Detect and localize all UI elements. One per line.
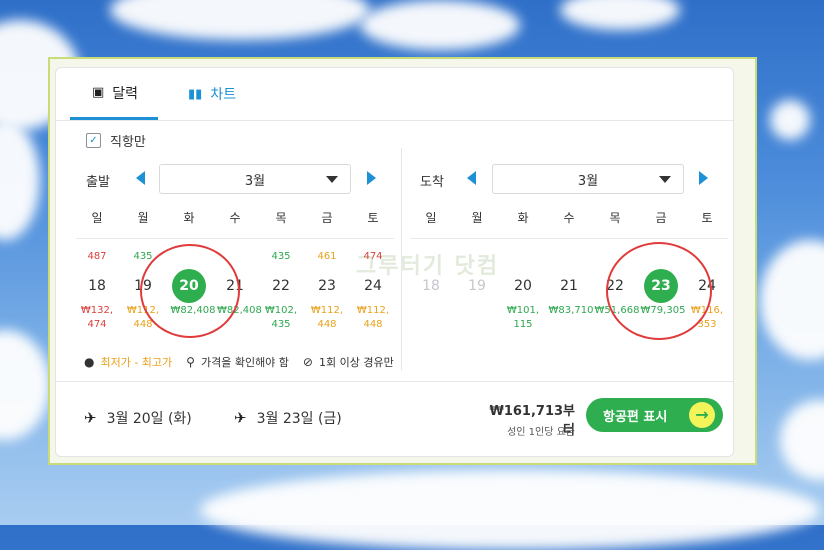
arr-weekday: 월 bbox=[471, 211, 483, 225]
dep-price: ₩132, 474 bbox=[80, 305, 114, 330]
departure-label: 출발 bbox=[86, 175, 110, 190]
dep-header-line bbox=[76, 238, 394, 239]
dep-prev-price: 435 bbox=[271, 251, 291, 262]
outbound-date: 3월 20일 (화) bbox=[106, 411, 192, 427]
dep-price: ₩82,408 bbox=[170, 305, 216, 316]
dep-day[interactable]: 21 bbox=[218, 269, 252, 303]
chevron-down-icon bbox=[326, 176, 338, 183]
arr-day[interactable]: 24 bbox=[690, 269, 724, 303]
legend-price-range: 최저가 - 최고가 bbox=[100, 356, 173, 369]
plane-landing-icon: ✈ bbox=[234, 409, 247, 427]
dep-day-selected[interactable]: 20 bbox=[172, 269, 206, 303]
arrow-right-icon: → bbox=[689, 402, 715, 428]
calendar-icon: ▣ bbox=[92, 85, 105, 100]
dep-weekday: 화 bbox=[183, 211, 195, 225]
tab-calendar[interactable]: ▣ 달력 bbox=[70, 68, 158, 120]
dep-price: ₩112, 448 bbox=[356, 305, 390, 330]
arrival-label: 도착 bbox=[420, 175, 444, 190]
coins-icon: ● bbox=[84, 355, 95, 369]
search-icon: ⚲ bbox=[186, 355, 195, 369]
dep-day[interactable]: 22 bbox=[264, 269, 298, 303]
dep-day[interactable]: 18 bbox=[80, 269, 114, 303]
arr-day[interactable]: 22 bbox=[598, 269, 632, 303]
arr-weekday: 금 bbox=[655, 211, 667, 225]
tab-calendar-label: 달력 bbox=[112, 85, 139, 102]
dep-day[interactable]: 24 bbox=[356, 269, 390, 303]
dep-weekday: 수 bbox=[229, 211, 241, 225]
dep-weekday: 금 bbox=[321, 211, 333, 225]
arr-weekday: 목 bbox=[609, 211, 621, 225]
arr-day-disabled: 18 bbox=[422, 278, 440, 294]
inbound-summary: ✈ 3월 23일 (금) bbox=[234, 408, 342, 428]
chevron-down-icon bbox=[659, 176, 671, 183]
arrival-next-month-arrow[interactable] bbox=[699, 171, 708, 185]
arr-weekday: 수 bbox=[563, 211, 575, 225]
inbound-date: 3월 23일 (금) bbox=[256, 411, 342, 427]
show-flights-label: 항공편 표시 bbox=[603, 409, 668, 425]
legend-stopover: 1회 이상 경유만 bbox=[318, 356, 394, 369]
departure-month-select[interactable]: 3월 bbox=[159, 164, 351, 194]
dep-weekday: 토 bbox=[367, 211, 379, 225]
arr-day[interactable]: 20 bbox=[506, 269, 540, 303]
dep-price: ₩82,408 bbox=[217, 305, 262, 316]
dep-day[interactable]: 19 bbox=[126, 269, 160, 303]
arr-day-selected[interactable]: 23 bbox=[644, 269, 678, 303]
direct-only-label: 직항만 bbox=[110, 135, 146, 150]
tab-chart-label: 차트 bbox=[210, 87, 237, 103]
arr-weekday: 토 bbox=[701, 211, 713, 225]
departure-prev-month-arrow[interactable] bbox=[136, 171, 145, 185]
show-flights-button[interactable]: 항공편 표시 → bbox=[586, 398, 723, 432]
checkmark-icon: ✓ bbox=[86, 133, 101, 148]
flight-calendar-panel: ▣ 달력 ▮▮ 차트 ✓ 직항만 출발 3월 도착 3월 일 월 화 수 목 금… bbox=[55, 67, 734, 457]
arr-price: ₩83,710 bbox=[548, 305, 594, 316]
arrival-prev-month-arrow[interactable] bbox=[467, 171, 476, 185]
dep-price: ₩112, 448 bbox=[310, 305, 344, 330]
price-legend: ● 최저가 - 최고가 ⚲ 가격을 확인해야 함 ⊘ 1회 이상 경유만 bbox=[84, 354, 394, 370]
arrival-month-value: 3월 bbox=[577, 173, 599, 189]
arr-price: ₩101, 115 bbox=[506, 305, 540, 330]
arr-price: ₩79,305 bbox=[640, 305, 686, 316]
dep-day[interactable]: 23 bbox=[310, 269, 344, 303]
dep-weekday: 월 bbox=[137, 211, 149, 225]
dep-price: ₩102, 435 bbox=[264, 305, 298, 330]
dep-price: ₩112, 448 bbox=[126, 305, 160, 330]
tab-chart[interactable]: ▮▮ 차트 bbox=[188, 68, 236, 120]
arr-weekday: 화 bbox=[517, 211, 529, 225]
outbound-summary: ✈ 3월 20일 (화) bbox=[84, 408, 192, 428]
arr-price: ₩116, 353 bbox=[690, 305, 724, 330]
price-note: 성인 1인당 요금 bbox=[507, 427, 575, 438]
arr-day[interactable]: 21 bbox=[552, 269, 586, 303]
no-entry-icon: ⊘ bbox=[302, 355, 313, 369]
arr-weekday: 일 bbox=[425, 211, 437, 225]
dep-prev-price: 461 bbox=[317, 251, 337, 262]
dep-prev-price: 435 bbox=[133, 251, 153, 262]
bar-chart-icon: ▮▮ bbox=[188, 86, 203, 102]
direct-only-checkbox[interactable]: ✓ 직항만 bbox=[86, 131, 146, 150]
legend-check-price: 가격을 확인해야 함 bbox=[200, 356, 289, 369]
dep-weekday: 목 bbox=[275, 211, 287, 225]
arr-price: ₩51,668 bbox=[594, 305, 640, 316]
view-tabs: ▣ 달력 ▮▮ 차트 bbox=[56, 68, 733, 121]
dep-prev-price: 487 bbox=[87, 251, 107, 262]
plane-takeoff-icon: ✈ bbox=[84, 409, 97, 427]
dep-weekday: 일 bbox=[91, 211, 103, 225]
arr-header-line bbox=[410, 238, 728, 239]
arr-day-disabled: 19 bbox=[468, 278, 486, 294]
departure-next-month-arrow[interactable] bbox=[367, 171, 376, 185]
footer-divider bbox=[56, 381, 733, 382]
departure-month-value: 3월 bbox=[244, 173, 266, 189]
arrival-month-select[interactable]: 3월 bbox=[492, 164, 684, 194]
